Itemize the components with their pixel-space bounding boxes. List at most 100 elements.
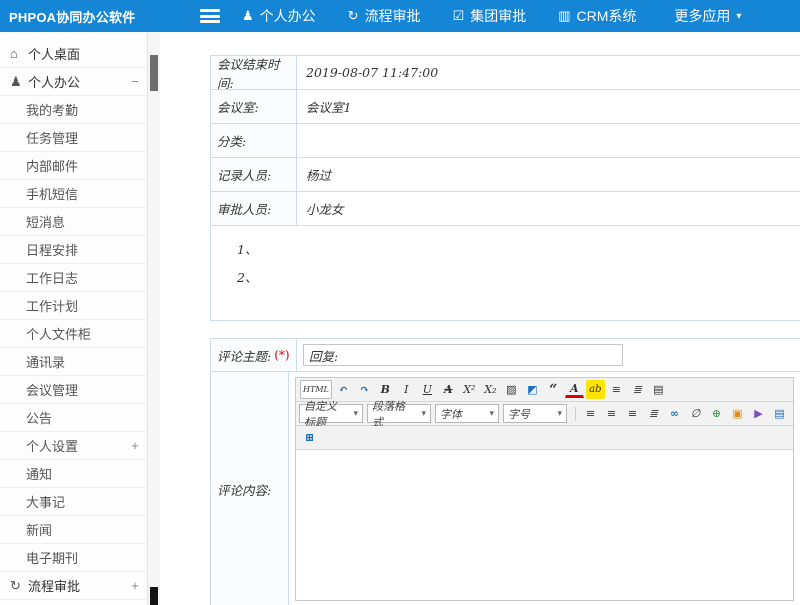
top-nav: ♟ 个人办公 ↻ 流程审批 ☑ 集团审批 ▥ — [242, 6, 767, 26]
app-logo: PHPOA协同办公软件 — [0, 7, 148, 26]
align-left-button[interactable]: ≡ — [581, 404, 600, 423]
table-row: 评论主题: (*) — [211, 339, 800, 372]
expand-icon: + — [123, 438, 147, 453]
sidebar-section-label: 个人办公 — [28, 72, 123, 91]
nav-label: CRM系统 — [577, 6, 637, 26]
sidebar-item[interactable]: 个人文件柜 — [0, 320, 147, 348]
sidebar-item-label: 任务管理 — [26, 128, 123, 147]
field-value — [297, 124, 800, 157]
italic-button[interactable]: I — [397, 380, 416, 399]
sidebar-item[interactable]: 我的考勤 — [0, 96, 147, 124]
nav-label: 流程审批 — [365, 6, 421, 26]
sidebar-item[interactable]: 手机短信 — [0, 180, 147, 208]
collapse-icon[interactable]: − — [123, 74, 147, 89]
format-brush-button[interactable]: ◩ — [523, 380, 542, 399]
html-source-button[interactable]: HTML — [300, 380, 332, 399]
sidebar-item[interactable]: 电子期刊 — [0, 544, 147, 572]
scrollbar-thumb[interactable] — [150, 55, 158, 91]
font-family-select[interactable]: 字体 ▾ — [435, 404, 499, 423]
eraser-button[interactable]: ▨ — [502, 380, 521, 399]
media-button[interactable]: ▶ — [749, 404, 768, 423]
topnav-crm[interactable]: ▥ CRM系统 — [558, 6, 642, 26]
sidebar-item[interactable]: 个人设置 + — [0, 432, 147, 460]
select-label: 自定义标题 — [304, 398, 348, 430]
ordered-list-button[interactable]: ≡ — [607, 380, 626, 399]
sidebar: ⌂ 个人桌面 ♟ 个人办公 − 我的考勤 任务管理 内部邮件 — [0, 32, 148, 605]
underline-button[interactable]: U — [418, 380, 437, 399]
sidebar-item[interactable]: 工作计划 — [0, 292, 147, 320]
meeting-detail-table: 会议结束时间: 2019-08-07 11:47:00 会议室: 会议室1 分类… — [210, 55, 800, 321]
blockquote-button[interactable]: “ — [544, 380, 563, 399]
sidebar-item-label: 新闻 — [26, 520, 123, 539]
sidebar-item-label: 通讯录 — [26, 352, 123, 371]
sidebar-item[interactable]: 工作日志 — [0, 264, 147, 292]
topnav-group-approval[interactable]: ☑ 集团审批 — [453, 6, 533, 26]
image-button[interactable]: ▣ — [728, 404, 747, 423]
align-center-button[interactable]: ≡ — [602, 404, 621, 423]
sidebar-item-personal-office[interactable]: ♟ 个人办公 − — [0, 68, 147, 96]
scrollbar-thumb[interactable] — [150, 587, 158, 605]
field-label: 会议室: — [211, 90, 297, 123]
anchor-button[interactable]: ⊕ — [707, 404, 726, 423]
font-size-select[interactable]: 字号 ▾ — [503, 404, 567, 423]
sidebar-item[interactable]: 大事记 — [0, 488, 147, 516]
nav-label: 更多应用 — [674, 6, 730, 26]
align-justify-button[interactable]: ≣ — [644, 404, 663, 423]
comment-subject-input[interactable] — [303, 344, 623, 366]
sidebar-section-label: 个人桌面 — [28, 44, 147, 63]
unordered-list-button[interactable]: ≣ — [628, 380, 647, 399]
topnav-personal-office[interactable]: ♟ 个人办公 — [242, 6, 322, 26]
toolbar-separator — [575, 407, 576, 421]
topnav-workflow-approval[interactable]: ↻ 流程审批 — [348, 6, 427, 26]
caret-down-icon: ▾ — [354, 409, 359, 419]
sidebar-item-label: 个人文件柜 — [26, 324, 123, 343]
sidebar-item-label: 内部邮件 — [26, 156, 123, 175]
expand-icon[interactable]: + — [123, 578, 147, 593]
strikethrough-button[interactable]: A — [439, 380, 458, 399]
caret-down-icon: ▾ — [490, 409, 495, 419]
sidebar-item[interactable]: 通知 — [0, 460, 147, 488]
paste-button[interactable]: ▤ — [649, 380, 668, 399]
redo-button[interactable]: ↷ — [355, 380, 374, 399]
field-label: 记录人员: — [211, 158, 297, 191]
field-label: 分类: — [211, 124, 297, 157]
field-value: 2019-08-07 11:47:00 — [297, 56, 800, 89]
editor-toolbar-row-3: ⊞ — [296, 426, 793, 450]
style-select[interactable]: 自定义标题 ▾ — [299, 404, 363, 423]
sidebar-item[interactable]: 短消息 — [0, 208, 147, 236]
vertical-scrollbar[interactable] — [148, 32, 160, 605]
rich-text-editor: HTML ↶ ↷ B I U — [295, 377, 794, 601]
superscript-button[interactable]: X² — [460, 380, 479, 399]
insert-table-button[interactable]: ⊞ — [300, 428, 319, 447]
subscript-button[interactable]: X₂ — [481, 380, 500, 399]
paragraph-format-select[interactable]: 段落格式 ▾ — [367, 404, 431, 423]
sidebar-item[interactable]: 公告 — [0, 404, 147, 432]
highlight-button[interactable]: ab — [586, 380, 605, 399]
sidebar-item[interactable]: 会议管理 — [0, 376, 147, 404]
align-right-button[interactable]: ≡ — [623, 404, 642, 423]
sidebar-item[interactable]: 任务管理 — [0, 124, 147, 152]
font-color-button[interactable]: A — [565, 381, 584, 398]
sidebar-item[interactable]: 内部邮件 — [0, 152, 147, 180]
sidebar-item-label: 短消息 — [26, 212, 123, 231]
sidebar-item-label: 手机短信 — [26, 184, 123, 203]
topnav-more-apps[interactable]: 更多应用 ▾ — [668, 6, 741, 26]
bold-button[interactable]: B — [376, 380, 395, 399]
menu-toggle-icon[interactable] — [200, 9, 220, 23]
person-icon: ♟ — [10, 74, 28, 90]
home-icon: ⌂ — [10, 46, 28, 61]
undo-button[interactable]: ↶ — [334, 380, 353, 399]
link-button[interactable]: ∞ — [665, 404, 684, 423]
sidebar-item-workflow-approval[interactable]: ↻ 流程审批 + — [0, 572, 147, 600]
unlink-button[interactable]: ∅ — [686, 404, 705, 423]
field-label: 会议结束时间: — [211, 56, 297, 89]
sidebar-item[interactable]: 日程安排 — [0, 236, 147, 264]
sidebar-item[interactable]: 通讯录 — [0, 348, 147, 376]
attachment-button[interactable]: ▤ — [770, 404, 789, 423]
sidebar-item[interactable]: 新闻 — [0, 516, 147, 544]
sidebar-section-label: 流程审批 — [28, 576, 123, 595]
sidebar-item-personal-desktop[interactable]: ⌂ 个人桌面 — [0, 40, 147, 68]
editor-content[interactable] — [296, 450, 793, 600]
table-row: 分类: — [211, 124, 800, 158]
caret-down-icon: ▾ — [736, 11, 741, 22]
